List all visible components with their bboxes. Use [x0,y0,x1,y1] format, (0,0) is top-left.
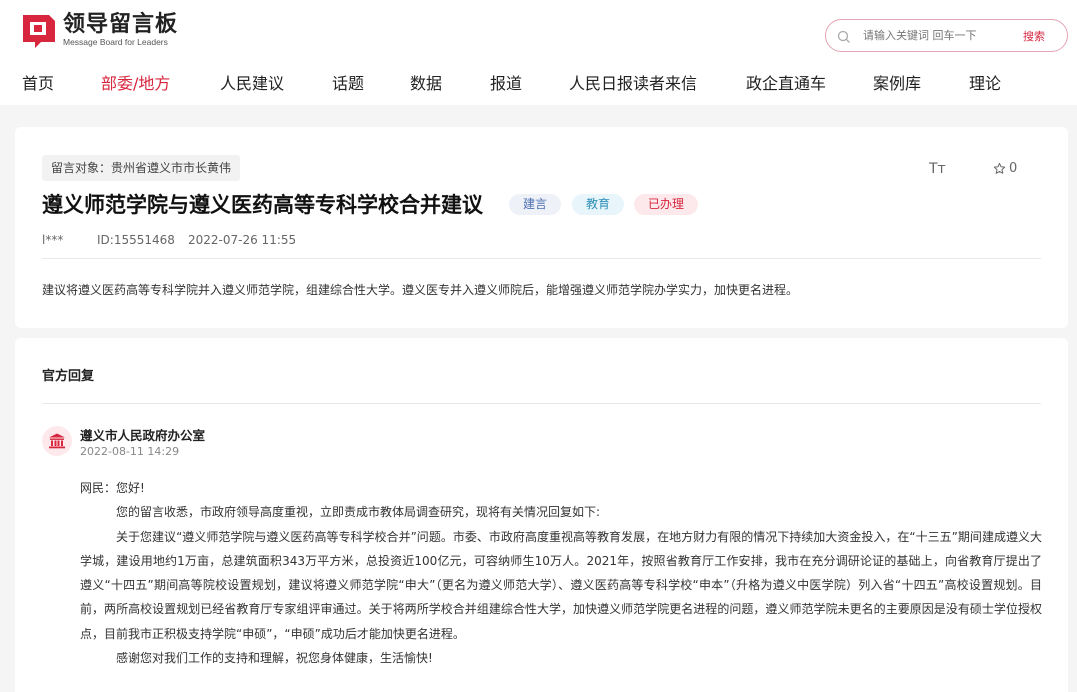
favorite-count: 0 [1009,161,1018,176]
reply-greeting: 网民：您好! [80,481,145,495]
tag-suggestion[interactable]: 建言 [509,194,561,215]
message-user: l*** [42,233,64,247]
nav-item-topics[interactable]: 话题 [332,70,364,94]
star-icon [993,162,1006,174]
search-icon [837,29,851,43]
site-logo[interactable]: 领导留言板 Message Board for Leaders [21,12,178,48]
search-box: 搜索 [825,19,1068,52]
nav-item-reports[interactable]: 报道 [490,70,522,94]
reply-heading: 官方回复 [42,369,95,384]
logo-subtitle: Message Board for Leaders [63,37,168,47]
government-building-icon [42,426,72,456]
nav-item-ministries-local[interactable]: 部委/地方 [101,70,170,94]
nav-item-theory[interactable]: 理论 [969,70,1001,94]
search-input[interactable] [863,29,1013,42]
message-title: 遵义师范学院与遵义医药高等专科学校合并建议 [42,193,483,217]
font-size-button[interactable]: Tт [929,161,946,177]
message-id: ID:15551468 [97,233,175,247]
search-button[interactable]: 搜索 [1023,28,1045,44]
nav-item-data[interactable]: 数据 [410,70,442,94]
reply-paragraph: 感谢您对我们工作的支持和理解，祝您身体健康，生活愉快! [116,651,433,666]
nav-item-gov-business[interactable]: 政企直通车 [746,70,826,94]
message-time: 2022-07-26 11:55 [188,233,297,247]
status-badge: 已办理 [634,194,698,215]
message-card: 留言对象：贵州省遵义市市长黄伟 Tт 0 遵义师范学院与遵义医药高等专科学校合并… [15,127,1068,328]
tag-education[interactable]: 教育 [572,194,624,215]
reply-card: 官方回复 遵义市人民政府办公室 2022-08-11 14:29 网民：您好! … [15,338,1068,692]
reply-time: 2022-08-11 14:29 [80,445,180,458]
top-header: 领导留言板 Message Board for Leaders 搜索 首页 部委… [0,0,1077,105]
reply-paragraph: 关于您建议“遵义师范学院与遵义医药高等专科学校合并”问题。市委、市政府高度重视高… [80,529,1042,641]
reply-paragraph: 您的留言收悉，市政府领导高度重视，立即责成市教体局调查研究，现将有关情况回复如下… [116,505,601,520]
logo-title: 领导留言板 [63,12,179,37]
reply-org: 遵义市人民政府办公室 [80,428,206,443]
divider [42,258,1041,259]
nav-item-people-suggestions[interactable]: 人民建议 [220,70,284,94]
logo-mark-icon [21,12,57,48]
reply-body: 网民：您好! 您的留言收悉，市政府领导高度重视，立即责成市教体局调查研究，现将有… [80,476,1042,670]
message-content: 建议将遵义医药高等专科学院并入遵义师范学院，组建综合性大学。遵义医专并入遵义师院… [42,283,799,297]
nav-item-reader-letters[interactable]: 人民日报读者来信 [569,70,697,94]
nav-item-home[interactable]: 首页 [22,70,54,94]
nav-item-case-library[interactable]: 案例库 [873,70,921,94]
divider [42,403,1041,404]
favorite-button[interactable]: 0 [993,161,1017,176]
message-target: 留言对象：贵州省遵义市市长黄伟 [42,155,241,181]
